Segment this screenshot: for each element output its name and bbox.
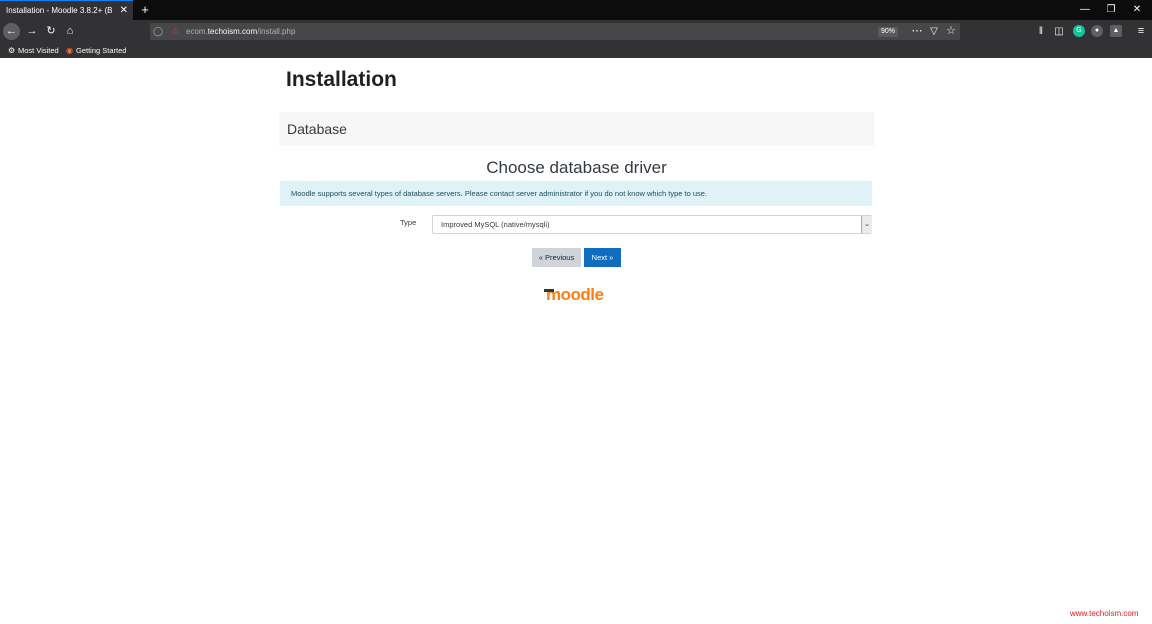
logo-cap-icon bbox=[544, 289, 554, 292]
shield-icon[interactable]: ◯ bbox=[151, 20, 165, 43]
step-title: Choose database driver bbox=[486, 158, 667, 177]
back-icon[interactable]: ← bbox=[3, 23, 20, 40]
database-type-value[interactable]: Improved MySQL (native/mysqli) bbox=[441, 215, 550, 234]
home-icon[interactable]: ⌂ bbox=[61, 20, 79, 43]
bookmark-label: Getting Started bbox=[76, 46, 127, 55]
info-alert: Moodle supports several types of databas… bbox=[280, 181, 872, 206]
url-text[interactable]: ecom.techoism.com/install.php bbox=[186, 23, 295, 40]
bookmarks-toolbar bbox=[0, 43, 1152, 58]
url-host: techoism.com bbox=[207, 27, 258, 36]
zoom-indicator[interactable]: 90% bbox=[878, 27, 899, 37]
menu-icon[interactable]: ≡ bbox=[1132, 20, 1150, 43]
tab-close-icon[interactable]: ✕ bbox=[120, 1, 128, 21]
window-close-icon[interactable]: ✕ bbox=[1124, 0, 1150, 20]
url-path: /install.php bbox=[257, 27, 296, 36]
bookmark-getting-started[interactable]: ◉ Getting Started bbox=[66, 43, 126, 58]
restore-icon[interactable]: ❐ bbox=[1098, 0, 1124, 20]
insecure-lock-icon[interactable]: ⚠ bbox=[169, 20, 181, 43]
section-header bbox=[279, 112, 874, 146]
sidebar-icon[interactable]: ◫ bbox=[1050, 20, 1068, 43]
forward-icon[interactable]: → bbox=[23, 20, 41, 43]
next-button[interactable]: Next » bbox=[584, 248, 621, 267]
gear-icon: ⚙ bbox=[8, 46, 16, 55]
tab-title: Installation - Moodle 3.8.2+ (Build bbox=[6, 6, 112, 15]
page-actions-icon[interactable]: ⋯ bbox=[908, 20, 926, 43]
library-icon[interactable]: ‖ bbox=[1032, 20, 1050, 43]
new-tab-button[interactable]: + bbox=[138, 0, 152, 20]
page-title: Installation bbox=[286, 68, 397, 91]
watermark: www.techoism.com bbox=[1070, 609, 1139, 618]
chevron-down-icon[interactable]: ⌄ bbox=[861, 216, 872, 233]
grammarly-extension-icon[interactable]: G bbox=[1073, 25, 1085, 37]
shield-extension-icon[interactable]: ▲ bbox=[1110, 25, 1122, 37]
bookmark-label: Most Visited bbox=[18, 46, 59, 55]
url-prefix: ecom. bbox=[186, 27, 208, 36]
type-label: Type bbox=[400, 218, 417, 227]
moodle-logo: moodle bbox=[546, 285, 604, 304]
pocket-icon[interactable]: ▽ bbox=[925, 20, 943, 43]
firefox-icon: ◉ bbox=[66, 46, 73, 55]
minimize-icon[interactable]: — bbox=[1072, 0, 1098, 20]
tab-strip bbox=[0, 0, 1152, 20]
account-icon[interactable]: ● bbox=[1091, 25, 1103, 37]
bookmark-most-visited[interactable]: ⚙ Most Visited bbox=[8, 43, 59, 58]
bookmark-star-icon[interactable]: ☆ bbox=[942, 20, 960, 43]
active-tab[interactable]: Installation - Moodle 3.8.2+ (Build ✕ bbox=[0, 0, 133, 20]
reload-icon[interactable]: ↻ bbox=[42, 20, 60, 43]
previous-button[interactable]: « Previous bbox=[532, 248, 581, 267]
section-title: Database bbox=[287, 121, 347, 137]
